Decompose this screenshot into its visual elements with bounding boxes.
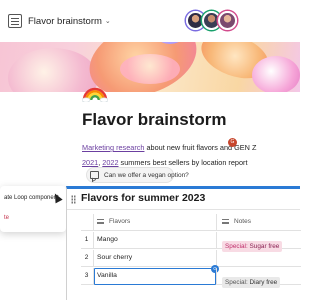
column-header-flavors[interactable]: Flavors — [97, 218, 130, 225]
decorative-blob — [252, 56, 300, 92]
row-number: 2 — [84, 254, 89, 261]
table-header-row: Flavors Notes — [81, 214, 301, 231]
text-column-icon — [222, 219, 229, 224]
divider — [67, 209, 300, 210]
divider — [93, 214, 94, 230]
create-loop-component-menu-item[interactable]: ate Loop component — [4, 195, 59, 201]
page-icon — [8, 14, 22, 28]
drag-handle-icon[interactable] — [71, 195, 76, 204]
presence-badge: G — [228, 138, 237, 147]
text-column-icon — [97, 219, 104, 224]
paragraph-sellers: 2021, 2022 summers best sellers by locat… — [82, 158, 248, 167]
flavor-cell[interactable]: Mango — [97, 236, 118, 243]
table-row[interactable]: 2 Sour cherry — [81, 250, 301, 267]
app-title[interactable]: Flavor brainstorm — [28, 16, 102, 27]
marketing-research-link[interactable]: Marketing research — [82, 143, 144, 152]
paragraph-text: about new fruit flavors and GEN Z — [144, 143, 257, 152]
chevron-down-icon[interactable]: ⌄ — [105, 17, 111, 25]
decorative-blob — [120, 54, 180, 84]
column-header-notes[interactable]: Notes — [222, 218, 251, 225]
active-cell-selection[interactable]: G — [94, 265, 219, 285]
rainbow-icon — [82, 87, 108, 102]
loop-component[interactable]: Flavors for summer 2023 Flavors Notes 1 … — [66, 186, 301, 300]
flavor-cell[interactable]: Sour cherry — [97, 254, 132, 261]
divider — [93, 250, 94, 266]
divider — [216, 268, 217, 284]
table-row[interactable]: 1 Mango Special: Sugar free — [81, 232, 301, 252]
divider — [216, 214, 217, 230]
presence-badge: G — [211, 265, 219, 273]
delete-menu-item[interactable]: te — [4, 215, 9, 221]
note-tag: Special: Diary free — [222, 277, 281, 288]
loop-component-title: Flavors for summer 2023 — [81, 192, 206, 204]
title-bar: Flavor brainstorm ⌄ — [0, 0, 300, 42]
page-title: Flavor brainstorm — [82, 110, 227, 129]
link-2021[interactable]: 2021 — [82, 158, 98, 167]
row-number: 1 — [84, 236, 89, 243]
notes-cell[interactable]: Special: Diary free — [222, 271, 281, 289]
comment[interactable]: Can we offer a vegan option? — [90, 169, 189, 181]
row-number: 3 — [84, 272, 89, 279]
divider — [216, 250, 217, 266]
comment-text: Can we offer a vegan option? — [104, 171, 189, 179]
link-2022[interactable]: 2022 — [102, 158, 118, 167]
table-row[interactable]: 3 Vanilla G Special: Diary free — [81, 265, 301, 288]
divider — [93, 232, 94, 248]
paragraph-text: summers best sellers by location report — [118, 158, 248, 167]
divider — [216, 232, 217, 248]
avatar[interactable] — [218, 11, 237, 30]
collaborator-avatars — [186, 11, 237, 30]
comment-icon — [90, 171, 99, 179]
